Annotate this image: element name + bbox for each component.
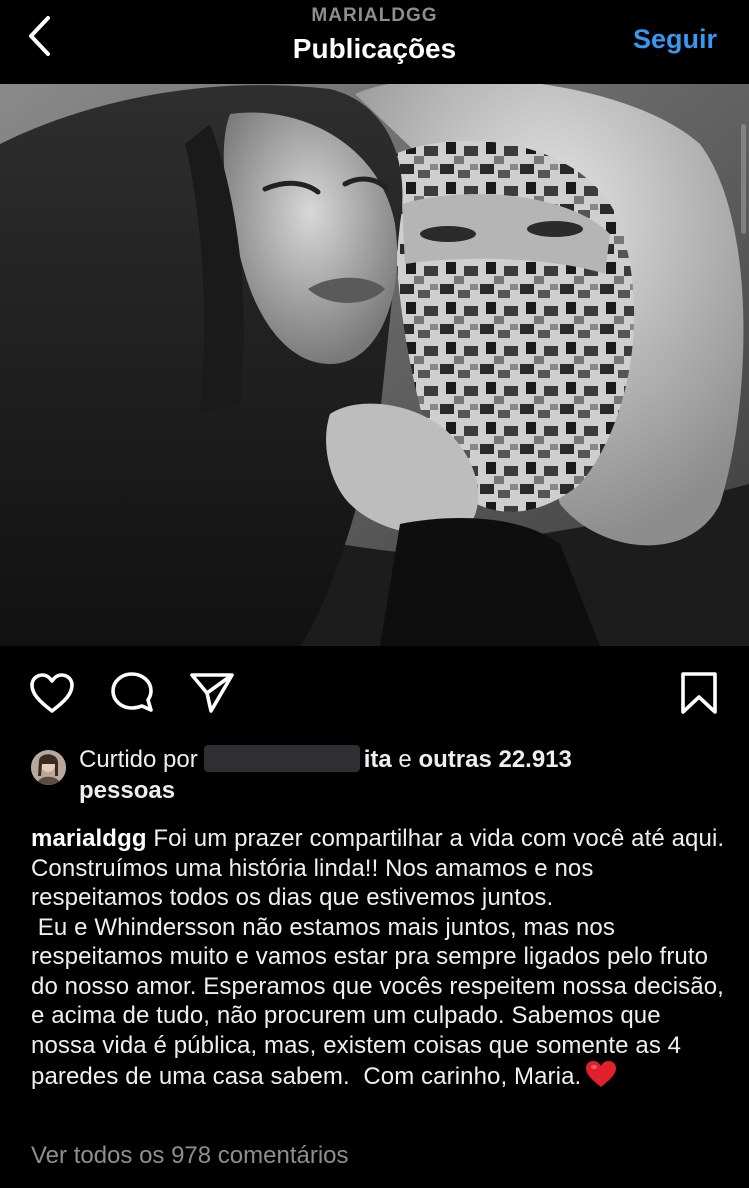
likes-unit[interactable]: pessoas (79, 777, 175, 804)
likes-prefix: Curtido por (79, 746, 198, 773)
likes-conjunction: e (398, 746, 412, 773)
caption-username[interactable]: marialdgg (31, 825, 147, 852)
bookmark-icon (679, 671, 719, 720)
view-all-comments-link[interactable]: Ver todos os 978 comentários (31, 1142, 349, 1170)
paper-plane-icon (189, 671, 235, 720)
avatar[interactable] (31, 750, 66, 785)
heart-icon (29, 672, 75, 719)
likes-count[interactable]: outras 22.913 (418, 746, 571, 773)
redacted-username (203, 745, 360, 772)
post-caption: marialdgg Foi um prazer compartilhar a v… (31, 824, 731, 1096)
comment-button[interactable] (107, 670, 157, 720)
share-button[interactable] (187, 670, 237, 720)
post-photo[interactable] (0, 84, 749, 646)
comment-icon (109, 670, 155, 721)
save-button[interactable] (674, 670, 724, 720)
likes-text: Curtido por ita e outras 22.913 pessoas (79, 744, 699, 806)
caption-text: Foi um prazer compartilhar a vida com vo… (31, 825, 725, 1090)
post-actions (0, 662, 749, 726)
app-header: MARIALDGG Publicações Seguir (0, 0, 749, 84)
red-heart-icon (585, 1060, 617, 1096)
liker-username[interactable]: ita (364, 746, 392, 773)
photo-scroll-indicator (741, 124, 746, 234)
follow-button[interactable]: Seguir (633, 24, 717, 55)
like-button[interactable] (27, 670, 77, 720)
photo-illustration (0, 84, 749, 646)
